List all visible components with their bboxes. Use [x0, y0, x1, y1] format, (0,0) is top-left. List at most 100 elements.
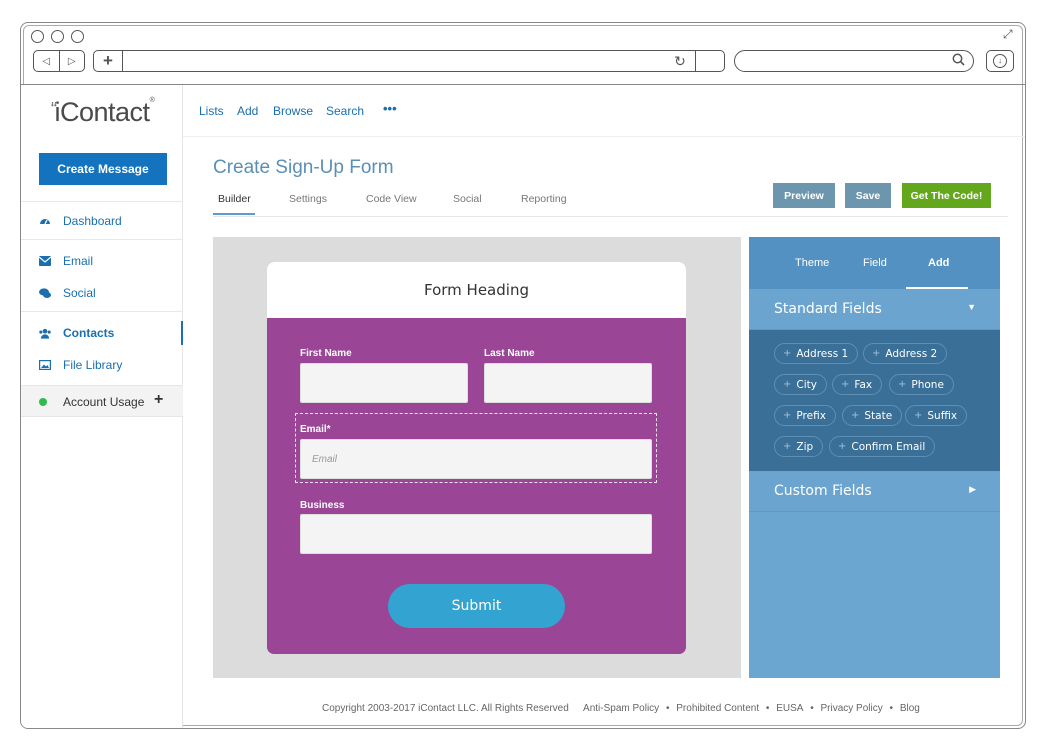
last-name-field[interactable]: [484, 363, 652, 403]
field-chip-address-2[interactable]: + Address 2: [863, 343, 948, 364]
download-button[interactable]: ↓: [986, 50, 1014, 72]
field-chip-phone[interactable]: + Phone: [889, 374, 954, 395]
logo-text: iContact: [54, 97, 151, 127]
footer-separator: •: [765, 703, 770, 714]
chip-label: Suffix: [927, 409, 958, 422]
chip-label: Fax: [854, 378, 873, 391]
field-panel: Theme Field Add Standard Fields ▼ + Addre…: [749, 237, 1000, 678]
tab-theme[interactable]: Theme: [795, 257, 829, 269]
preview-button[interactable]: Preview: [773, 183, 835, 208]
back-icon[interactable]: ◁: [34, 51, 60, 71]
chip-label: City: [796, 378, 817, 391]
field-chip-city[interactable]: + City: [774, 374, 827, 395]
field-chip-confirm-email[interactable]: + Confirm Email: [829, 436, 936, 457]
builder-canvas: Form Heading First Name Last Name Email*…: [213, 237, 741, 678]
tabs-divider: [213, 216, 1008, 217]
chip-label: Prefix: [796, 409, 826, 422]
field-chip-zip[interactable]: + Zip: [774, 436, 824, 457]
logo[interactable]: “iContact®: [51, 97, 155, 128]
dashboard-icon: [39, 215, 51, 227]
submit-button[interactable]: Submit: [388, 584, 565, 628]
save-button[interactable]: Save: [845, 183, 891, 208]
main-content: Create Sign-Up Form Builder Settings Cod…: [183, 137, 1025, 728]
plus-icon: +: [898, 379, 907, 390]
chip-label: State: [864, 409, 893, 422]
menu-browse[interactable]: Browse: [273, 104, 313, 118]
forward-icon[interactable]: ▷: [60, 51, 85, 71]
account-usage-label: Account Usage: [63, 395, 145, 409]
tab-field[interactable]: Field: [863, 257, 887, 269]
tab-social[interactable]: Social: [453, 193, 482, 205]
plus-icon: +: [783, 441, 792, 452]
tab-reporting[interactable]: Reporting: [521, 193, 567, 205]
users-icon: [39, 327, 51, 339]
footer-link-privacy-policy[interactable]: Privacy Policy: [821, 703, 883, 714]
chip-label: Zip: [796, 440, 814, 453]
chevron-right-icon: ▶: [969, 484, 976, 494]
panel-tabs: Theme Field Add: [749, 237, 1000, 289]
sidebar-item-label: Social: [63, 286, 96, 300]
reload-icon[interactable]: ↻: [668, 51, 692, 71]
account-usage[interactable]: Account Usage +: [21, 385, 183, 417]
top-menu: Lists Add Browse Search •••: [183, 85, 1025, 137]
standard-fields-header[interactable]: Standard Fields ▼: [749, 289, 1000, 329]
fullscreen-icon[interactable]: ⤢: [1003, 27, 1017, 41]
signup-form-preview: Form Heading First Name Last Name Email*…: [267, 262, 686, 654]
business-label: Business: [300, 500, 345, 511]
menu-search[interactable]: Search: [326, 104, 364, 118]
standard-fields-list: + Address 1 + Address 2 + City + Fax + Phone …: [749, 330, 1000, 471]
menu-add[interactable]: Add: [237, 104, 258, 118]
field-chip-prefix[interactable]: + Prefix: [774, 405, 836, 426]
search-icon: [952, 53, 965, 69]
footer-link-prohibited-content[interactable]: Prohibited Content: [676, 703, 759, 714]
first-name-field[interactable]: [300, 363, 468, 403]
get-code-button[interactable]: Get The Code!: [902, 183, 991, 208]
sidebar: “iContact® Create Message Dashboard Emai…: [21, 85, 183, 728]
plus-icon: +: [838, 441, 847, 452]
logo-wave-icon: “: [51, 99, 57, 119]
sidebar-item-dashboard[interactable]: Dashboard: [39, 212, 122, 230]
sidebar-item-label: Email: [63, 254, 94, 268]
chip-label: Phone: [911, 378, 944, 391]
browser-search-input[interactable]: [734, 50, 974, 72]
tab-code-view[interactable]: Code View: [366, 193, 417, 205]
footer-link-anti-spam[interactable]: Anti-Spam Policy: [583, 703, 659, 714]
tab-add[interactable]: Add: [928, 257, 949, 269]
footer-separator: •: [810, 703, 814, 714]
copyright: Copyright 2003-2017 iContact LLC. All Ri…: [322, 703, 569, 714]
new-tab-icon[interactable]: +: [94, 51, 123, 71]
standard-fields-title: Standard Fields: [774, 301, 882, 317]
email-placeholder: Email: [312, 454, 338, 465]
download-icon: ↓: [993, 54, 1007, 68]
sidebar-item-label: Contacts: [63, 326, 115, 340]
plus-icon: +: [872, 348, 881, 359]
business-field[interactable]: [300, 514, 652, 554]
sidebar-item-social[interactable]: Social: [39, 284, 96, 302]
window-maximize-button[interactable]: [71, 30, 84, 43]
footer-link-blog[interactable]: Blog: [900, 703, 920, 714]
field-chip-address-1[interactable]: + Address 1: [774, 343, 859, 364]
plus-icon: +: [841, 379, 850, 390]
email-field[interactable]: Email: [300, 439, 652, 479]
form-heading[interactable]: Form Heading: [267, 262, 686, 318]
tab-builder[interactable]: Builder: [218, 193, 251, 205]
field-chip-state[interactable]: + State: [842, 405, 903, 426]
field-chip-fax[interactable]: + Fax: [832, 374, 883, 395]
sidebar-item-file-library[interactable]: File Library: [39, 356, 122, 374]
plus-icon[interactable]: +: [154, 391, 163, 409]
more-icon[interactable]: •••: [383, 101, 397, 116]
window-close-button[interactable]: [31, 30, 44, 43]
sidebar-item-contacts[interactable]: Contacts: [39, 324, 114, 342]
envelope-icon: [39, 255, 51, 267]
menu-lists[interactable]: Lists: [199, 104, 224, 118]
sidebar-item-email[interactable]: Email: [39, 252, 93, 270]
window-minimize-button[interactable]: [51, 30, 64, 43]
footer-link-eusa[interactable]: EUSA: [776, 703, 803, 714]
address-bar[interactable]: + ↻: [93, 50, 725, 72]
first-name-label: First Name: [300, 348, 352, 359]
create-message-button[interactable]: Create Message: [39, 153, 167, 185]
tab-settings[interactable]: Settings: [289, 193, 327, 205]
field-chip-suffix[interactable]: + Suffix: [905, 405, 968, 426]
page-title: Create Sign-Up Form: [213, 157, 394, 178]
custom-fields-header[interactable]: Custom Fields ▶: [749, 471, 1000, 511]
